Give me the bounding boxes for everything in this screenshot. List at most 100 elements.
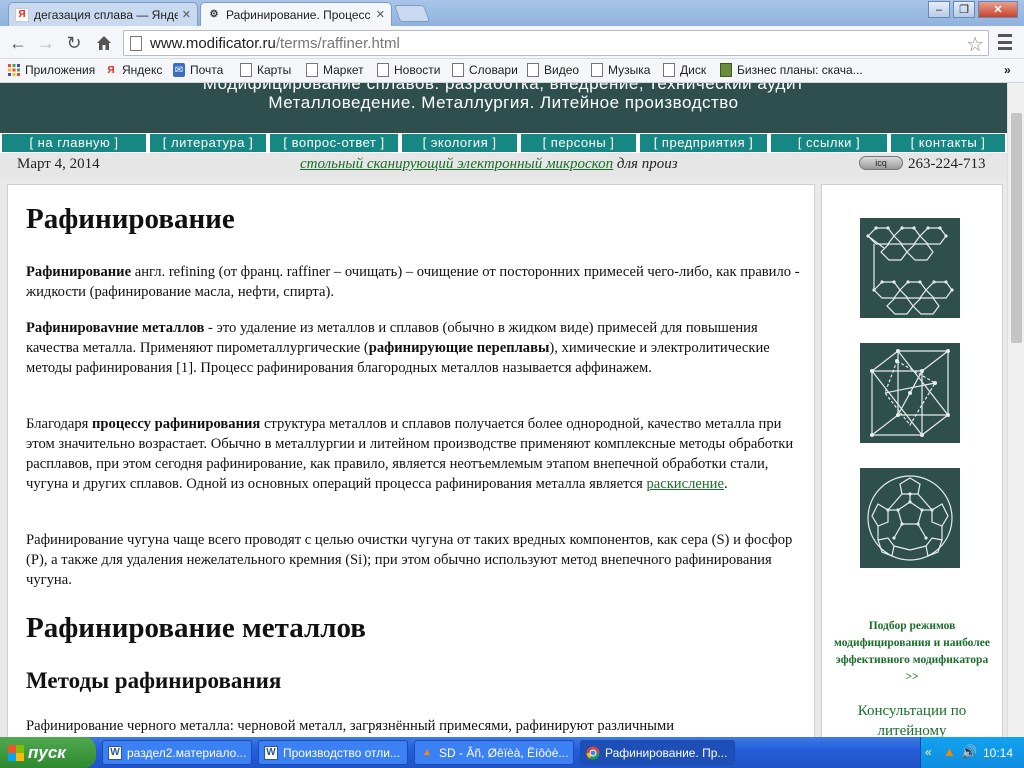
address-bar[interactable]: www.modificator.ru/terms/raffiner.html ☆ [123, 30, 989, 56]
bookmark-yandex[interactable]: Я Яндекс [105, 63, 162, 77]
menu-ecology[interactable]: [ экология ] [402, 134, 517, 152]
article-content: Рафинирование Рафинирование англ. refini… [7, 184, 815, 737]
new-tab-button[interactable] [393, 5, 431, 22]
bookmark-star-icon[interactable]: ☆ [966, 32, 984, 57]
maximize-button[interactable]: ❐ [953, 1, 975, 18]
page-icon [306, 63, 318, 77]
foundry-consulting-link[interactable]: Консультации по литейному [832, 701, 992, 737]
forward-button[interactable]: → [34, 31, 58, 55]
taskbar-chrome[interactable]: Рафинирование. Пр... [580, 740, 735, 765]
url-path: /terms/raffiner.html [275, 34, 400, 52]
paragraph-process: Благодаря процессу рафинирования структу… [26, 414, 801, 494]
bookmark-disk[interactable]: Диск [663, 63, 706, 77]
bookmark-label: Видео [544, 63, 580, 77]
home-button[interactable] [92, 31, 116, 55]
bookmark-business-plans[interactable]: Бизнес планы: скача... [720, 63, 863, 77]
page-title: Рафинирование [26, 203, 235, 235]
word-doc-icon: W [108, 745, 122, 760]
date-bar: Март 4, 2014 стольный сканирующий электр… [0, 153, 1007, 178]
bookmark-news[interactable]: Новости [377, 63, 440, 77]
task-label: раздел2.материало... [127, 745, 247, 760]
bookmark-label: Маркет [323, 63, 364, 77]
bookmark-market[interactable]: Маркет [306, 63, 364, 77]
taskbar-word-doc-2[interactable]: W Производство отли... [258, 740, 408, 765]
modifier-selection-link[interactable]: Подбор режимов модифицирования и наиболе… [832, 618, 992, 686]
menu-contacts[interactable]: [ контакты ] [891, 134, 1005, 152]
current-date: Март 4, 2014 [17, 156, 100, 172]
bookmark-label: Диск [680, 63, 707, 77]
vlc-icon: ▲ [422, 747, 432, 758]
chrome-icon [586, 746, 600, 760]
bookmark-mail[interactable]: ✉ Почта [173, 63, 223, 77]
term-bold: Рафинироваvние металлов [26, 320, 205, 336]
icq-badge-icon: icq [859, 156, 903, 170]
paragraph-methods: Рафинирование черного металла: черновой … [26, 718, 675, 734]
paragraph-text: Благодаря [26, 416, 93, 432]
bookmark-dictionaries[interactable]: Словари [452, 63, 518, 77]
bookmark-apps[interactable]: Приложения [8, 63, 95, 77]
menu-enterprises[interactable]: [ предприятия ] [640, 134, 767, 152]
system-tray: « ▲ 🔊 10:14 [920, 737, 1024, 768]
right-sidebar: Подбор режимов модифицирования и наиболе… [821, 184, 1003, 737]
reload-button[interactable]: ↻ [62, 31, 86, 55]
fullerene-icon[interactable] [860, 468, 960, 568]
windows-logo-icon [8, 744, 24, 761]
section-heading: Рафинирование металлов [26, 612, 366, 644]
back-button[interactable]: ← [6, 31, 30, 55]
tab-raffiner[interactable]: ⚙ Рафинирование. Процесс р ✕ [200, 2, 392, 26]
bookmark-label: Карты [257, 63, 292, 77]
minimize-button[interactable]: – [928, 1, 950, 18]
bookmark-label: Бизнес планы: скача... [737, 63, 863, 77]
menu-faq[interactable]: [ вопрос-ответ ] [270, 134, 398, 152]
browser-toolbar: ← → ↻ www.modificator.ru/terms/raffiner.… [0, 26, 1024, 59]
task-label: SD - Âñ, Øêïèà, Ëíôòè... [439, 745, 569, 760]
ticker-link[interactable]: стольный сканирующий электронный микроск… [300, 156, 613, 172]
menu-persons[interactable]: [ персоны ] [521, 134, 636, 152]
page-icon [377, 63, 389, 77]
ticker-text: для произ [613, 156, 678, 172]
bookmark-label: Приложения [25, 63, 96, 77]
menu-literature[interactable]: [ литература ] [150, 134, 266, 152]
yandex-icon: Я [107, 64, 115, 76]
chrome-menu-button[interactable] [998, 34, 1012, 50]
news-ticker: стольный сканирующий электронный микроск… [300, 156, 710, 173]
reload-icon: ↻ [66, 32, 82, 53]
start-button[interactable]: пуск [0, 737, 96, 768]
graphite-lattice-icon[interactable] [860, 218, 960, 318]
scrollbar-thumb[interactable] [1011, 113, 1022, 343]
word-doc-icon: W [264, 745, 278, 760]
arrow-left-icon: ← [9, 32, 27, 53]
taskbar-vlc[interactable]: ▲ SD - Âñ, Øêïèà, Ëíôòè... [414, 740, 574, 765]
cubic-lattice-icon[interactable] [860, 343, 960, 443]
tab-close-icon[interactable]: ✕ [376, 8, 385, 21]
link-deoxidation[interactable]: раскисление [646, 476, 724, 492]
bookmark-music[interactable]: Музыка [591, 63, 650, 77]
page-icon [527, 63, 539, 77]
browser-titlebar: Я дегазация сплава — Яндек ✕ ⚙ Рафиниров… [0, 0, 1024, 26]
icq-number: 263-224-713 [908, 156, 986, 172]
menu-home[interactable]: [ на главную ] [2, 134, 146, 152]
tab-yandex-search[interactable]: Я дегазация сплава — Яндек ✕ [8, 2, 198, 26]
bookmark-video[interactable]: Видео [527, 63, 579, 77]
close-window-button[interactable]: ✕ [978, 1, 1018, 18]
subsection-heading: Методы рафинирования [26, 668, 282, 693]
volume-icon[interactable]: 🔊 [961, 744, 977, 760]
mail-icon: ✉ [173, 63, 185, 77]
tab-close-icon[interactable]: ✕ [182, 8, 191, 21]
bookmark-label: Музыка [608, 63, 651, 77]
yandex-favicon-icon: Я [15, 7, 29, 22]
page-icon [663, 63, 675, 77]
bookmarks-overflow-button[interactable]: » [1004, 63, 1011, 77]
vlc-tray-icon[interactable]: ▲ [943, 744, 956, 759]
page-icon [452, 63, 464, 77]
page-scrollbar[interactable] [1007, 83, 1024, 737]
tray-collapse-icon[interactable]: « [925, 745, 932, 759]
task-label: Рафинирование. Пр... [605, 745, 728, 760]
apps-grid-icon [8, 63, 20, 77]
system-clock: 10:14 [983, 746, 1014, 760]
task-label: Производство отли... [283, 745, 400, 760]
term-bold: рафинирующие переплавы [368, 340, 550, 356]
taskbar-word-doc-1[interactable]: W раздел2.материало... [102, 740, 252, 765]
bookmark-maps[interactable]: Карты [240, 63, 291, 77]
menu-links[interactable]: [ ссылки ] [771, 134, 887, 152]
